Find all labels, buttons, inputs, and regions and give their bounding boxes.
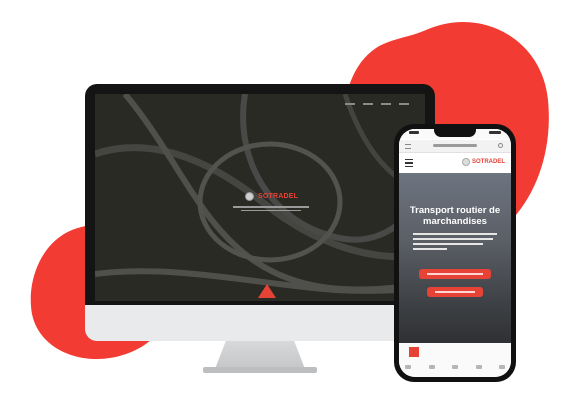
monitor-bezel: SOTRADEL xyxy=(85,84,435,305)
nav-item[interactable] xyxy=(381,103,391,105)
nav-item[interactable] xyxy=(399,103,409,105)
mobile-bottom-bar xyxy=(399,343,511,377)
tabs-icon[interactable] xyxy=(499,365,505,369)
desktop-nav xyxy=(95,100,425,108)
monitor-foot xyxy=(203,367,317,373)
address-bar[interactable] xyxy=(399,140,511,153)
brand-name: SOTRADEL xyxy=(258,193,299,200)
desktop-monitor: SOTRADEL xyxy=(85,84,435,374)
scroll-arrow-icon[interactable] xyxy=(258,284,276,298)
menu-icon[interactable] xyxy=(405,159,413,168)
hero-title: Transport routier de marchandises xyxy=(409,205,501,227)
mobile-phone: SOTRADEL Transport routier de marchandis… xyxy=(394,124,516,382)
desktop-screen: SOTRADEL xyxy=(95,94,425,301)
browser-toolbar xyxy=(405,365,505,371)
mobile-header: SOTRADEL xyxy=(399,153,511,173)
phone-notch xyxy=(434,129,476,137)
logo-icon xyxy=(245,192,254,201)
primary-cta-button[interactable] xyxy=(419,269,491,279)
logo-icon xyxy=(462,158,470,166)
refresh-icon[interactable] xyxy=(498,143,503,148)
mobile-brand-name: SOTRADEL xyxy=(472,158,505,165)
back-icon[interactable] xyxy=(405,365,411,369)
mobile-screen: SOTRADEL Transport routier de marchandis… xyxy=(399,129,511,377)
monitor-stand xyxy=(215,341,305,369)
nav-item[interactable] xyxy=(363,103,373,105)
mobile-hero: Transport routier de marchandises xyxy=(399,173,511,343)
home-icon[interactable] xyxy=(405,144,411,149)
hero-text xyxy=(413,233,497,253)
url-text xyxy=(433,144,477,147)
nav-item[interactable] xyxy=(345,103,355,105)
secondary-cta-button[interactable] xyxy=(427,287,483,297)
floating-action-button[interactable] xyxy=(409,347,419,357)
bookmarks-icon[interactable] xyxy=(475,365,482,369)
monitor-chin xyxy=(85,305,435,341)
forward-icon[interactable] xyxy=(428,365,435,369)
hero-subtitle xyxy=(233,206,309,213)
mobile-logo[interactable]: SOTRADEL xyxy=(462,158,505,166)
desktop-logo: SOTRADEL xyxy=(245,192,298,201)
share-icon[interactable] xyxy=(452,365,458,369)
